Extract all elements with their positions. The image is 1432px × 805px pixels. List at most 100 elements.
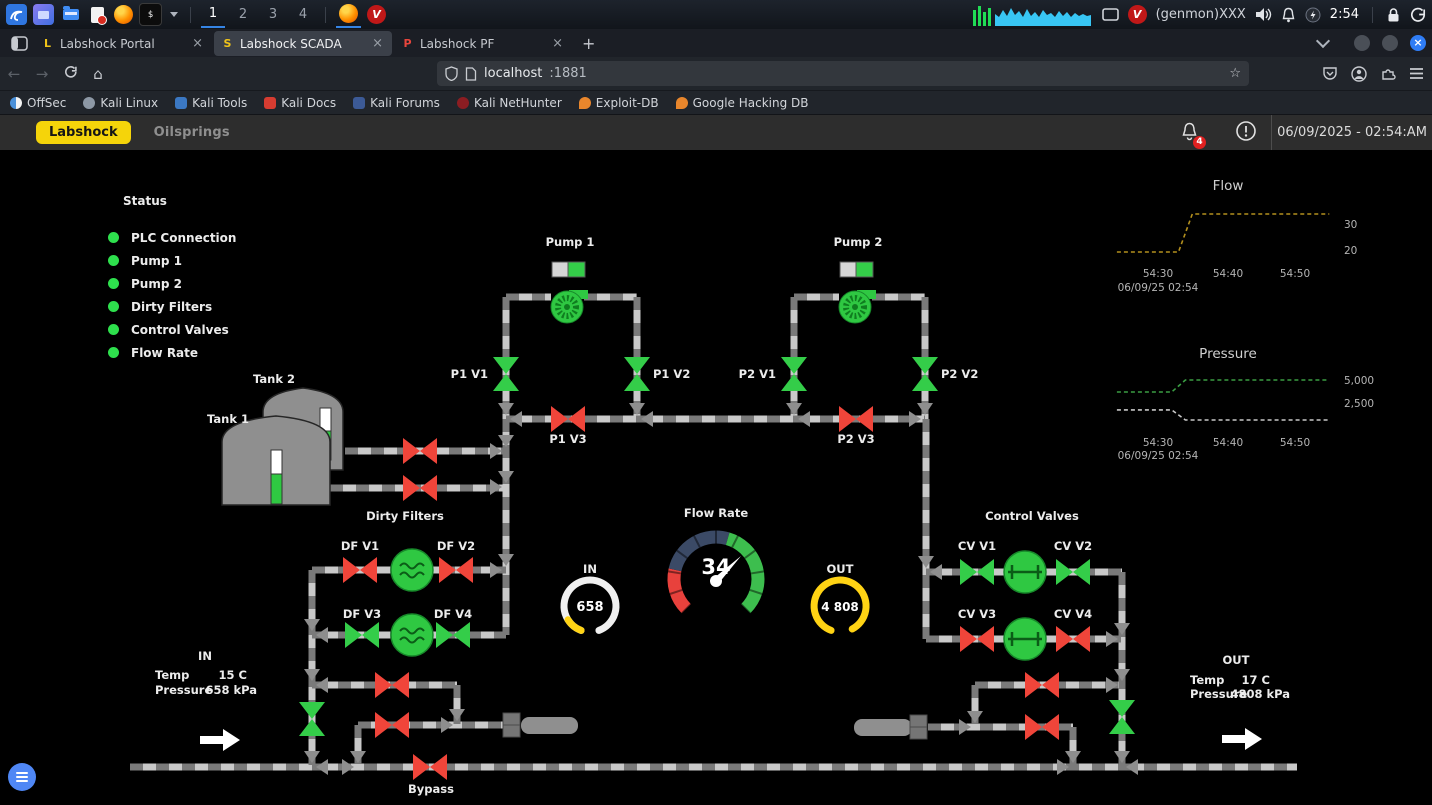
- valve-bpr2[interactable]: [1025, 714, 1059, 740]
- workspace-3[interactable]: 3: [261, 1, 285, 28]
- labshock-logo[interactable]: Labshock: [36, 121, 131, 144]
- tab-close-icon[interactable]: ×: [190, 36, 205, 51]
- url-bar-input[interactable]: localhost:1881 ☆: [437, 61, 1249, 86]
- tab-close-icon[interactable]: ×: [550, 36, 565, 51]
- file-manager-icon[interactable]: [60, 4, 81, 25]
- bookmark-star-icon[interactable]: ☆: [1229, 66, 1241, 81]
- new-tab-button[interactable]: +: [574, 34, 603, 53]
- show-desktop-icon[interactable]: [33, 4, 54, 25]
- bookmark-kali-nethunter[interactable]: Kali NetHunter: [457, 96, 562, 110]
- bookmark-kali-docs[interactable]: Kali Docs: [264, 96, 336, 110]
- status-led: [108, 324, 119, 335]
- pump-1-icon[interactable]: [551, 262, 588, 323]
- display-icon[interactable]: [1102, 8, 1119, 22]
- reload-button[interactable]: [56, 65, 84, 83]
- pipe-junction-arrow: [1114, 669, 1130, 681]
- valve-bypass[interactable]: [413, 754, 447, 780]
- kali-docs-icon: [264, 97, 276, 109]
- extensions-icon[interactable]: [1380, 66, 1396, 82]
- tab-labshock-scada[interactable]: S Labshock SCADA ×: [214, 31, 392, 56]
- logout-icon[interactable]: [1410, 7, 1426, 23]
- dirty-filter-2[interactable]: [391, 614, 433, 656]
- valve-p2v1[interactable]: [781, 357, 807, 391]
- tab-close-icon[interactable]: ×: [370, 36, 385, 51]
- valve-cvv3[interactable]: [960, 626, 994, 652]
- valve-p1v3[interactable]: [551, 406, 585, 432]
- status-tray-icon[interactable]: [1305, 7, 1321, 23]
- taskbar-clock[interactable]: 2:54: [1330, 7, 1359, 22]
- volume-icon[interactable]: [1255, 7, 1272, 22]
- valve-bpl2[interactable]: [375, 712, 409, 738]
- terminal-launcher-icon[interactable]: $: [139, 3, 162, 26]
- valve-dfv4[interactable]: [436, 622, 470, 648]
- workspace-1[interactable]: 1: [201, 1, 225, 28]
- valve-bpr1[interactable]: [1025, 672, 1059, 698]
- control-valve-actuator-1[interactable]: [1004, 551, 1046, 593]
- kali-tools-icon: [175, 97, 187, 109]
- scada-canvas: Pump 1 Pump 2 P1 V1 P1 V2 P1 V3 P2 V1 P2…: [0, 150, 1432, 805]
- site-name[interactable]: Oilsprings: [154, 125, 230, 140]
- firefox-view-button[interactable]: [6, 32, 32, 54]
- tab-labshock-pf[interactable]: P Labshock PF ×: [394, 31, 572, 56]
- scada-app-header: Labshock Oilsprings 4 06/09/2025 - 02:54…: [0, 115, 1432, 150]
- valve-p1v1[interactable]: [493, 357, 519, 391]
- valve-tank2_outlet[interactable]: [403, 438, 437, 464]
- bookmark-exploit-db[interactable]: Exploit-DB: [579, 96, 659, 110]
- out-pressure-value: 4808 kPa: [1230, 687, 1290, 701]
- valve-left_iso[interactable]: [299, 702, 325, 736]
- window-maximize-button[interactable]: [1382, 35, 1398, 51]
- bookmark-kali-forums[interactable]: Kali Forums: [353, 96, 440, 110]
- launcher-dropdown-icon[interactable]: [170, 12, 178, 17]
- back-button[interactable]: ←: [0, 65, 28, 83]
- pressure-xtick-3: 54:50: [1280, 437, 1310, 449]
- valve-cvv1[interactable]: [960, 559, 994, 585]
- bookmark-kali-tools[interactable]: Kali Tools: [175, 96, 247, 110]
- alarm-bell-button[interactable]: 4: [1180, 121, 1199, 145]
- list-all-tabs-icon[interactable]: [1318, 40, 1328, 46]
- menu-fab-button[interactable]: [8, 763, 36, 791]
- menu-hamburger-icon[interactable]: [1409, 67, 1424, 80]
- site-info-icon[interactable]: [465, 67, 477, 81]
- valve-bpl1[interactable]: [375, 672, 409, 698]
- firefox-launcher-icon[interactable]: [114, 5, 133, 24]
- valve-right_iso[interactable]: [1109, 700, 1135, 734]
- bookmark-google-hacking-db[interactable]: Google Hacking DB: [676, 96, 809, 110]
- lock-screen-icon[interactable]: [1386, 7, 1401, 23]
- bookmark-offsec[interactable]: OffSec: [10, 96, 66, 110]
- home-button[interactable]: ⌂: [84, 65, 112, 83]
- valve-p1v2[interactable]: [624, 357, 650, 391]
- pipe-junction-arrow: [490, 562, 502, 578]
- valve-p2v2[interactable]: [912, 357, 938, 391]
- notification-bell-icon[interactable]: [1281, 7, 1296, 23]
- workspace-4[interactable]: 4: [291, 1, 315, 28]
- valve-dfv3[interactable]: [345, 622, 379, 648]
- pocket-save-icon[interactable]: [1322, 66, 1338, 81]
- kali-menu-button[interactable]: [6, 4, 27, 25]
- dirty-filter-1[interactable]: [391, 549, 433, 591]
- valve-dfv1[interactable]: [343, 557, 377, 583]
- warnings-button[interactable]: [1235, 120, 1257, 146]
- tab-labshock-portal[interactable]: L Labshock Portal ×: [34, 31, 212, 56]
- valve-cvv4[interactable]: [1056, 626, 1090, 652]
- control-valve-actuator-2[interactable]: [1004, 618, 1046, 660]
- taskbar-window-firefox[interactable]: [336, 1, 361, 28]
- text-editor-icon[interactable]: [87, 4, 108, 25]
- bookmark-kali-linux[interactable]: Kali Linux: [83, 96, 158, 110]
- forward-button[interactable]: →: [28, 65, 56, 83]
- taskbar-window-v-app[interactable]: V: [367, 5, 386, 24]
- account-icon[interactable]: [1351, 66, 1367, 82]
- shield-permissions-icon[interactable]: [445, 66, 458, 81]
- pump1-indicator-off: [552, 262, 568, 277]
- pump-2-icon[interactable]: [839, 262, 876, 323]
- valve-tank1_outlet[interactable]: [403, 475, 437, 501]
- valve-dfv2[interactable]: [439, 557, 473, 583]
- valve-p2v3[interactable]: [839, 406, 873, 432]
- tank-1[interactable]: [222, 416, 330, 505]
- in-pressure-label: Pressure: [155, 683, 212, 697]
- pipe-junction-arrow: [909, 411, 921, 427]
- v-app-tray-icon[interactable]: V: [1128, 5, 1147, 24]
- workspace-2[interactable]: 2: [231, 1, 255, 28]
- valve-cvv2[interactable]: [1056, 559, 1090, 585]
- window-minimize-button[interactable]: [1354, 35, 1370, 51]
- window-close-button[interactable]: ×: [1410, 35, 1426, 51]
